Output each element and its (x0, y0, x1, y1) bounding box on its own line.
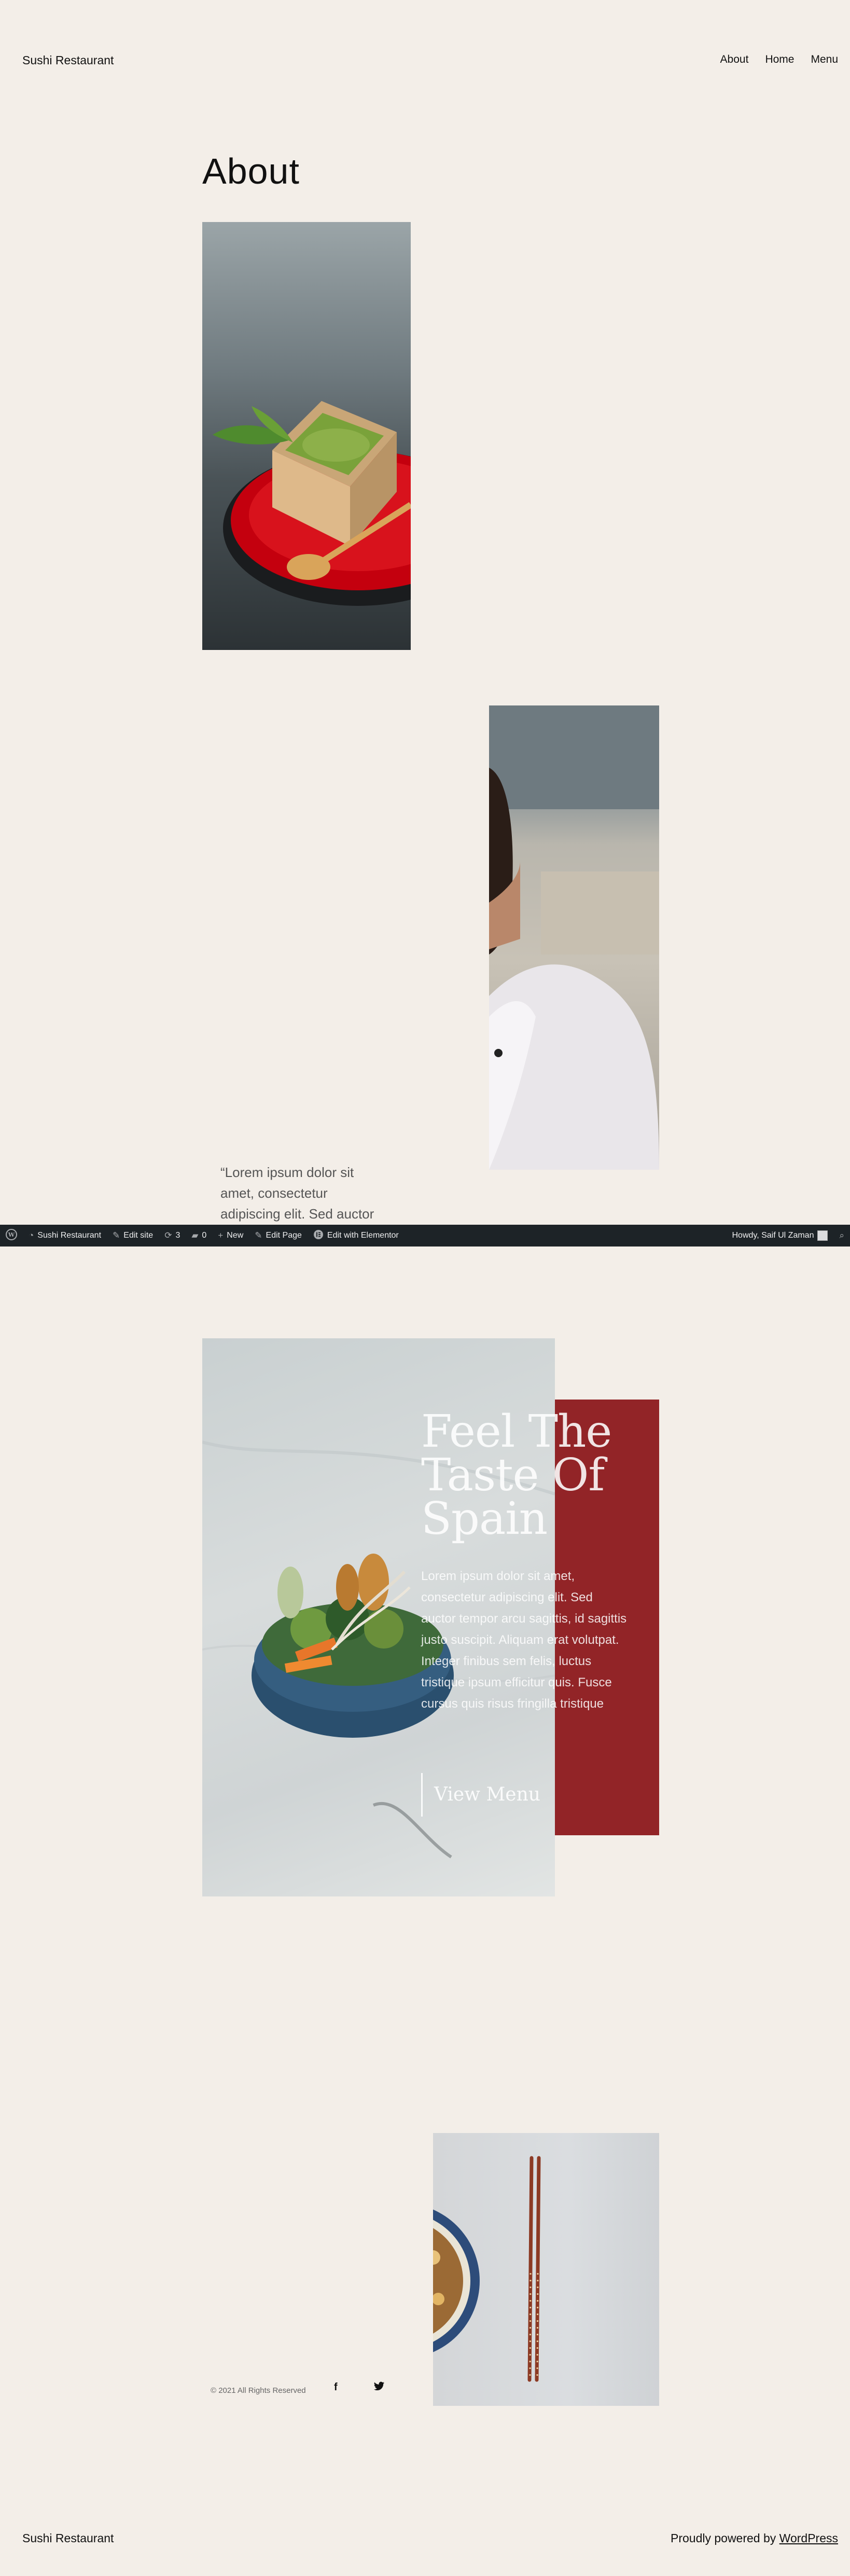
site-name-label: Sushi Restaurant (37, 1231, 102, 1240)
elementor-icon (313, 1229, 324, 1242)
updates-button[interactable]: ⟳ 3 (159, 1225, 186, 1247)
comments-button[interactable]: ▰ 0 (186, 1225, 212, 1247)
comment-icon: ▰ (191, 1230, 199, 1240)
nav-menu[interactable]: Menu (811, 53, 838, 66)
comments-count: 0 (202, 1231, 207, 1240)
wordpress-icon: W (6, 1228, 17, 1243)
main-nav: About Home Menu (720, 53, 838, 66)
my-account-button[interactable]: Howdy, Saif Ul Zaman (726, 1225, 833, 1247)
elementor-label: Edit with Elementor (327, 1231, 399, 1240)
promo-body: Lorem ipsum dolor sit amet, consectetur … (421, 1569, 627, 1711)
pencil-icon: ✎ (255, 1230, 262, 1240)
avatar (817, 1230, 828, 1241)
elementor-button[interactable]: Edit with Elementor (308, 1225, 405, 1247)
chef-photo (489, 705, 659, 1170)
dessert-photo (202, 222, 411, 650)
view-menu-button[interactable]: View Menu (421, 1773, 540, 1817)
chopsticks-photo (433, 2133, 659, 2406)
new-content-button[interactable]: + New (212, 1225, 249, 1247)
dashboard-icon: ◔ (29, 1230, 34, 1240)
admin-search-button[interactable]: ⌕ (833, 1225, 850, 1247)
brush-icon: ✎ (113, 1230, 120, 1240)
search-icon: ⌕ (839, 1230, 844, 1240)
howdy-label: Howdy, Saif Ul Zaman (732, 1231, 814, 1240)
copyright-text: © 2021 All Rights Reserved (211, 2386, 306, 2395)
updates-count: 3 (175, 1231, 180, 1240)
nav-home[interactable]: Home (765, 53, 794, 66)
plus-icon: + (218, 1230, 224, 1240)
svg-text:W: W (8, 1231, 15, 1238)
edit-page-label: Edit Page (266, 1231, 302, 1240)
site-title[interactable]: Sushi Restaurant (22, 53, 114, 67)
twitter-icon[interactable] (373, 2381, 385, 2394)
wp-admin-bar: W ◔ Sushi Restaurant ✎ Edit site ⟳ 3 ▰ 0… (0, 1225, 850, 1247)
page-title: About (202, 151, 300, 191)
powered-by-text: Proudly powered by (670, 2531, 779, 2545)
nav-about[interactable]: About (720, 53, 749, 66)
footer-site-title[interactable]: Sushi Restaurant (22, 2531, 114, 2545)
updates-icon: ⟳ (164, 1230, 172, 1240)
edit-site-label: Edit site (123, 1231, 154, 1240)
edit-page-button[interactable]: ✎ Edit Page (249, 1225, 308, 1247)
wp-logo-button[interactable]: W (0, 1225, 23, 1247)
edit-site-button[interactable]: ✎ Edit site (107, 1225, 159, 1247)
site-name-button[interactable]: ◔ Sushi Restaurant (23, 1225, 107, 1247)
wordpress-link[interactable]: WordPress (779, 2531, 838, 2545)
powered-by: Proudly powered by WordPress (671, 2531, 838, 2545)
facebook-icon[interactable]: f (334, 2381, 338, 2393)
new-label: New (227, 1231, 244, 1240)
promo-heading: Feel The Taste Of Spain (421, 1406, 612, 1545)
